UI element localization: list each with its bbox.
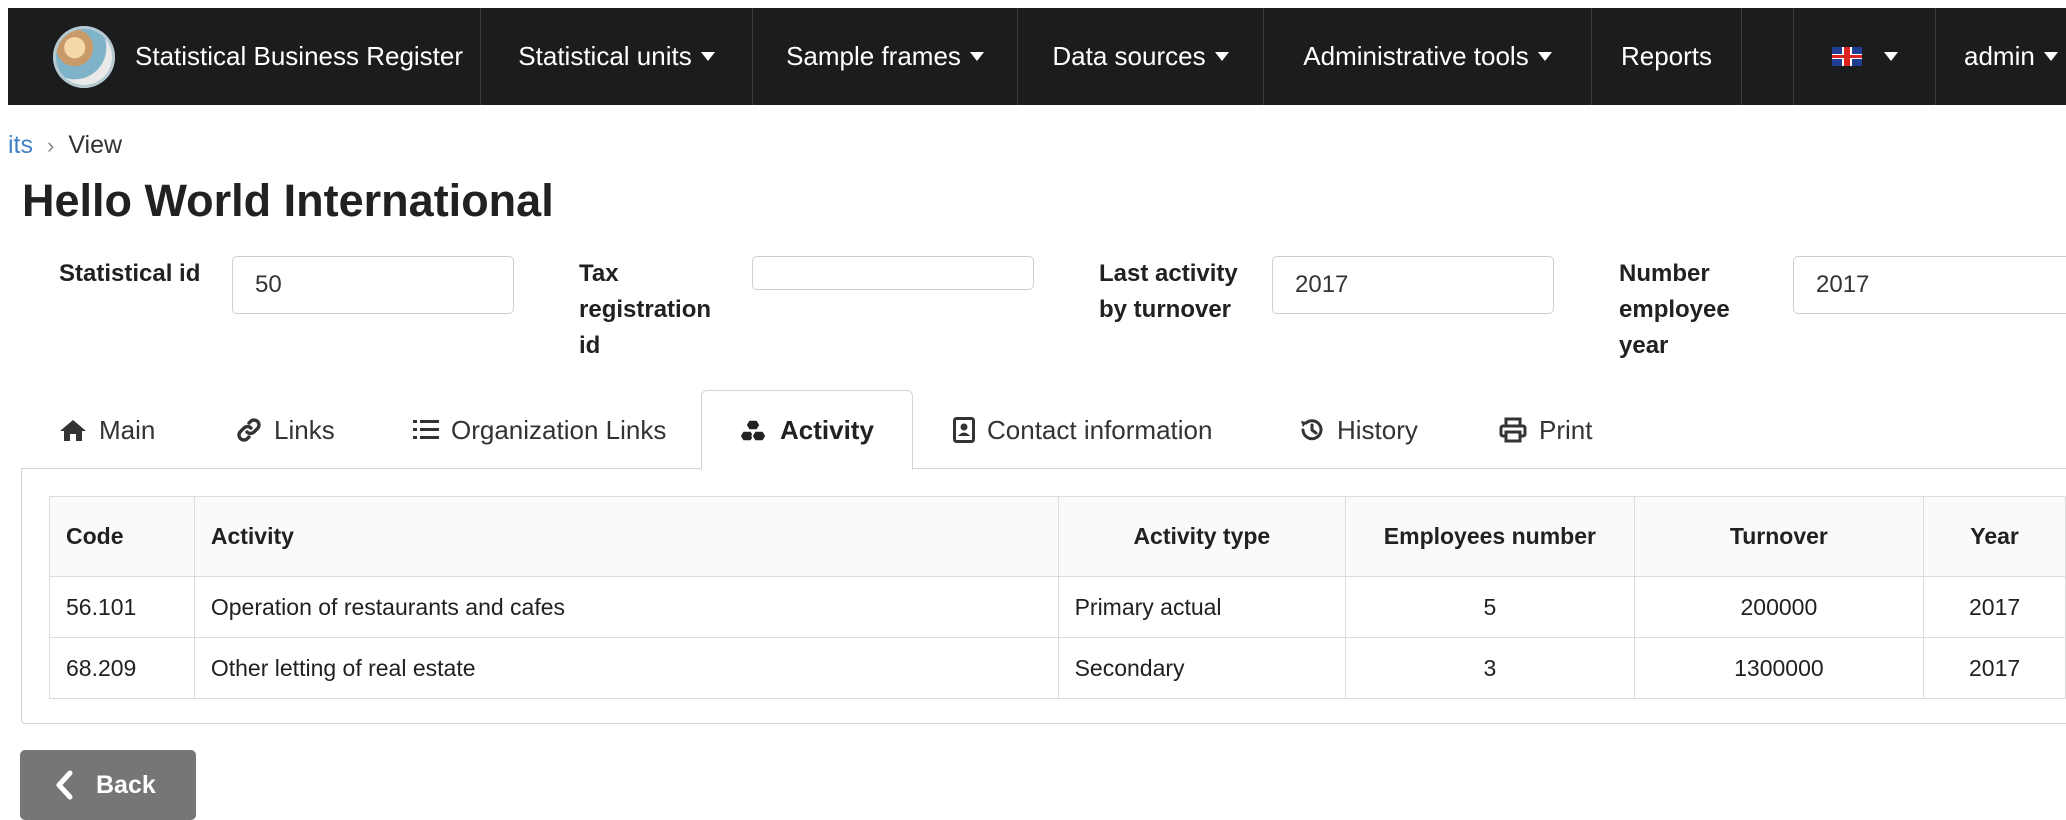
tab-main[interactable]: Main	[59, 391, 155, 469]
tab-label: Organization Links	[451, 414, 667, 445]
tab-print[interactable]: Print	[1499, 391, 1592, 469]
tab-contact-information[interactable]: Contact information	[953, 391, 1212, 469]
statistical-id-field[interactable]: 50	[232, 256, 514, 314]
label-line: id	[579, 332, 601, 359]
menu-label: Reports	[1620, 41, 1713, 71]
label-line: by turnover	[1099, 296, 1232, 323]
cell-activity: Operation of restaurants and cafes	[193, 576, 1059, 638]
home-icon	[59, 418, 87, 442]
chevron-left-icon	[54, 770, 74, 800]
list-icon	[413, 418, 439, 442]
breadcrumb: its › View	[8, 131, 122, 160]
caret-down-icon	[1883, 52, 1898, 61]
cell-activity-type: Primary actual	[1057, 576, 1347, 638]
number-employee-year-label: Number employee year	[1619, 256, 1730, 364]
caret-down-icon	[1537, 52, 1552, 61]
tab-label: Activity	[780, 415, 874, 445]
cell-year: 2017	[1923, 576, 2066, 638]
menu-label: Sample frames	[786, 41, 961, 71]
tab-label: Links	[274, 414, 335, 445]
back-button-label: Back	[96, 770, 156, 799]
tab-label: Main	[99, 414, 156, 445]
language-selector[interactable]	[1794, 8, 1936, 105]
uk-flag-icon	[1831, 47, 1862, 66]
cell-employees: 5	[1345, 576, 1635, 638]
tab-label: History	[1337, 414, 1418, 445]
tax-registration-id-label: Tax registration id	[579, 256, 711, 364]
user-name: admin	[1964, 41, 2035, 71]
cell-code: 68.209	[49, 637, 195, 699]
column-header[interactable]: Employees number	[1345, 496, 1635, 577]
caret-down-icon	[2043, 52, 2058, 61]
brand[interactable]: Statistical Business Register	[8, 8, 481, 105]
top-navbar: Statistical Business Register Statistica…	[8, 8, 2066, 105]
caret-down-icon	[969, 52, 984, 61]
user-menu[interactable]: admin	[1936, 8, 2066, 105]
logo	[53, 25, 115, 88]
label-line: Number	[1619, 260, 1710, 287]
caret-down-icon	[700, 52, 715, 61]
nav-spacer	[1742, 8, 1794, 105]
menu-sample-frames[interactable]: Sample frames	[753, 8, 1018, 105]
brand-title: Statistical Business Register	[135, 41, 464, 71]
menu-label: Data sources	[1052, 41, 1206, 71]
menu-data-sources[interactable]: Data sources	[1018, 8, 1264, 105]
column-header[interactable]: Code	[49, 496, 195, 577]
cell-activity-type: Secondary	[1057, 637, 1347, 699]
column-header[interactable]: Activity	[193, 496, 1059, 577]
tax-registration-id-field[interactable]	[752, 256, 1034, 290]
label-line: Tax	[579, 260, 619, 287]
tab-links[interactable]: Links	[236, 391, 335, 469]
cell-employees: 3	[1345, 637, 1635, 699]
table-row[interactable]: 56.101 Operation of restaurants and cafe…	[49, 576, 2066, 638]
menu-statistical-units[interactable]: Statistical units	[481, 8, 753, 105]
number-employee-year-field[interactable]: 2017	[1793, 256, 2066, 314]
activities-table: Code Activity Activity type Employees nu…	[49, 496, 2066, 699]
link-icon	[236, 417, 262, 443]
cell-turnover: 200000	[1633, 576, 1925, 638]
table-row[interactable]: 68.209 Other letting of real estate Seco…	[49, 637, 2066, 699]
column-header[interactable]: Turnover	[1633, 496, 1925, 577]
tab-history[interactable]: History	[1299, 391, 1418, 469]
label-line: year	[1619, 332, 1669, 359]
column-header[interactable]: Year	[1923, 496, 2066, 577]
menu-administrative-tools[interactable]: Administrative tools	[1264, 8, 1592, 105]
tab-organization-links[interactable]: Organization Links	[413, 391, 666, 469]
back-button[interactable]: Back	[20, 750, 196, 820]
cubes-icon	[740, 418, 768, 443]
table-header-row: Code Activity Activity type Employees nu…	[49, 496, 2066, 577]
last-activity-field[interactable]: 2017	[1272, 256, 1554, 314]
page-title: Hello World International	[22, 175, 554, 226]
breadcrumb-current: View	[68, 131, 123, 159]
tab-label: Contact information	[987, 414, 1213, 445]
menu-label: Statistical units	[518, 41, 692, 71]
address-book-icon	[953, 417, 975, 443]
cell-code: 56.101	[49, 576, 195, 638]
statistical-id-label: Statistical id	[59, 260, 201, 287]
tab-activity[interactable]: Activity	[701, 390, 913, 470]
chevron-right-icon: ›	[47, 132, 55, 158]
print-icon	[1499, 417, 1527, 443]
last-activity-label: Last activity by turnover	[1099, 256, 1238, 328]
column-header[interactable]: Activity type	[1057, 496, 1347, 577]
breadcrumb-link[interactable]: its	[8, 131, 33, 160]
menu-label: Administrative tools	[1303, 41, 1529, 71]
cell-activity: Other letting of real estate	[193, 637, 1059, 699]
label-line: Last activity	[1099, 260, 1238, 287]
label-line: employee	[1619, 296, 1730, 323]
cell-turnover: 1300000	[1633, 637, 1925, 699]
history-icon	[1299, 417, 1325, 443]
cell-year: 2017	[1923, 637, 2066, 699]
caret-down-icon	[1214, 52, 1229, 61]
menu-reports[interactable]: Reports	[1592, 8, 1742, 105]
tab-label: Print	[1539, 414, 1593, 445]
label-line: registration	[579, 296, 712, 323]
